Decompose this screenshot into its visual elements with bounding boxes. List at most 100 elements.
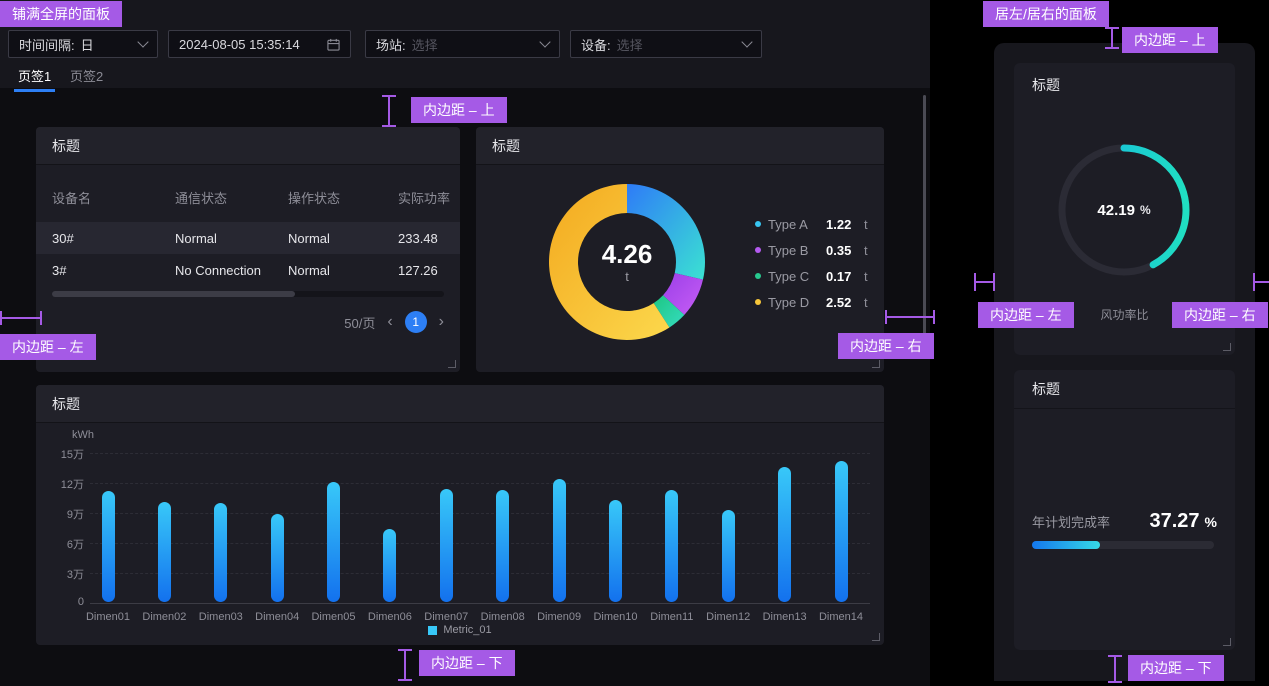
legend-item[interactable]: Type B 0.35 t bbox=[755, 237, 868, 263]
datetime-picker[interactable]: 2024-08-05 15:35:14 bbox=[168, 30, 351, 58]
x-axis-label: Dimen08 bbox=[475, 611, 531, 623]
legend-swatch bbox=[428, 626, 437, 635]
legend-label: Type D bbox=[768, 295, 826, 310]
resize-handle[interactable] bbox=[448, 360, 456, 368]
cell-actual-power: 233.48 bbox=[398, 231, 460, 246]
table-horizontal-scrollbar[interactable] bbox=[52, 291, 444, 297]
legend-value: 0.35 bbox=[826, 243, 864, 258]
bar-Dimen13[interactable] bbox=[778, 467, 791, 602]
time-interval-label: 时间间隔: bbox=[19, 35, 75, 54]
x-axis-label: Dimen06 bbox=[362, 611, 418, 623]
legend-label: Type C bbox=[768, 269, 826, 284]
column-header: 实际功率 bbox=[398, 188, 460, 207]
y-axis-tick: 15万 bbox=[44, 446, 84, 462]
bar-Dimen05[interactable] bbox=[327, 482, 340, 602]
device-label: 设备: bbox=[581, 35, 611, 54]
cell-comm-status: Normal bbox=[175, 231, 288, 246]
bar-legend[interactable]: Metric_01 bbox=[36, 624, 884, 636]
bar-Dimen07[interactable] bbox=[440, 489, 453, 602]
legend-unit: t bbox=[864, 295, 868, 310]
device-select[interactable]: 设备: 选择 bbox=[570, 30, 762, 58]
x-axis-label: Dimen07 bbox=[418, 611, 474, 623]
prev-page-button[interactable]: ‹ bbox=[387, 314, 392, 330]
bar-Dimen09[interactable] bbox=[553, 479, 566, 602]
donut-chart-card: 标题 4.26 t Type A 1.22 t Type B 0.35 t bbox=[476, 127, 884, 372]
dashboard-screenshot: 时间间隔: 日 2024-08-05 15:35:14 场站: 选择 设备: 选… bbox=[0, 0, 1269, 686]
bar-Dimen14[interactable] bbox=[835, 461, 848, 602]
x-axis-label: Dimen10 bbox=[588, 611, 644, 623]
bar-Dimen04[interactable] bbox=[271, 514, 284, 602]
bar-Dimen03[interactable] bbox=[214, 503, 227, 602]
gridline bbox=[90, 603, 870, 604]
card-header: 标题 bbox=[36, 127, 460, 165]
chevron-down-icon bbox=[741, 36, 752, 47]
device-placeholder: 选择 bbox=[617, 35, 643, 54]
card-title: 标题 bbox=[1032, 75, 1060, 95]
card-header: 标题 bbox=[36, 385, 884, 423]
y-axis-unit: kWh bbox=[72, 429, 94, 441]
annotation-fullscreen-panel: 铺满全屏的面板 bbox=[0, 1, 122, 27]
kpi-label: 年计划完成率 bbox=[1032, 512, 1110, 531]
card-title: 标题 bbox=[492, 136, 520, 156]
x-axis-label: Dimen13 bbox=[757, 611, 813, 623]
cell-op-status: Normal bbox=[288, 231, 398, 246]
calendar-icon bbox=[327, 38, 340, 51]
legend-item[interactable]: Type C 0.17 t bbox=[755, 263, 868, 289]
time-interval-value: 日 bbox=[81, 35, 94, 54]
kpi-unit: % bbox=[1205, 514, 1217, 530]
station-select[interactable]: 场站: 选择 bbox=[365, 30, 560, 58]
padding-bottom-marker bbox=[398, 649, 412, 681]
bar-Dimen02[interactable] bbox=[158, 502, 171, 602]
tab-1[interactable]: 页签1 bbox=[18, 66, 51, 85]
bar-Dimen11[interactable] bbox=[665, 490, 678, 602]
resize-handle[interactable] bbox=[1223, 343, 1231, 351]
bar-chart: 15万12万9万6万3万0Dimen01Dimen02Dimen03Dimen0… bbox=[90, 453, 870, 603]
annotation-side-panel: 居左/居右的面板 bbox=[983, 1, 1109, 27]
donut-slice-Type A[interactable] bbox=[627, 184, 705, 280]
side-padding-bottom-marker bbox=[1108, 655, 1122, 683]
kpi-card: 标题 年计划完成率 37.27% bbox=[1014, 370, 1235, 650]
x-axis-label: Dimen05 bbox=[306, 611, 362, 623]
bar-Dimen10[interactable] bbox=[609, 500, 622, 602]
cell-op-status: Normal bbox=[288, 263, 398, 278]
bar-Dimen12[interactable] bbox=[722, 510, 735, 602]
resize-handle[interactable] bbox=[872, 360, 880, 368]
legend-label: Type B bbox=[768, 243, 826, 258]
annotation-side-padding-right: 内边距 – 右 bbox=[1172, 302, 1268, 328]
side-padding-right-marker bbox=[1253, 273, 1269, 291]
legend-item[interactable]: Type A 1.22 t bbox=[755, 211, 868, 237]
legend-dot bbox=[755, 221, 761, 227]
tab-2[interactable]: 页签2 bbox=[70, 66, 103, 85]
next-page-button[interactable]: › bbox=[439, 314, 444, 330]
cell-comm-status: No Connection bbox=[175, 263, 288, 278]
legend-unit: t bbox=[864, 217, 868, 232]
gridline bbox=[90, 543, 870, 544]
kpi-value: 37.27 bbox=[1149, 510, 1199, 532]
cell-device-name: 3# bbox=[52, 263, 175, 278]
donut-chart bbox=[547, 182, 707, 342]
annotation-side-padding-bottom: 内边距 – 下 bbox=[1128, 655, 1224, 681]
resize-handle[interactable] bbox=[1223, 638, 1231, 646]
x-axis-label: Dimen12 bbox=[700, 611, 756, 623]
card-title: 标题 bbox=[52, 136, 80, 156]
bar-Dimen06[interactable] bbox=[383, 529, 396, 602]
scrollbar-thumb[interactable] bbox=[52, 291, 295, 297]
kpi-value-group: 37.27% bbox=[1149, 510, 1217, 533]
bar-Dimen01[interactable] bbox=[102, 491, 115, 602]
side-padding-top-marker bbox=[1105, 27, 1119, 49]
resize-handle[interactable] bbox=[872, 633, 880, 641]
table-row[interactable]: 30# Normal Normal 233.48 bbox=[36, 222, 460, 254]
time-interval-select[interactable]: 时间间隔: 日 bbox=[8, 30, 158, 58]
bar-Dimen08[interactable] bbox=[496, 490, 509, 602]
card-title: 标题 bbox=[52, 394, 80, 414]
page-number-button[interactable]: 1 bbox=[405, 311, 427, 333]
bar-chart-card: 标题 kWh 15万12万9万6万3万0Dimen01Dimen02Dimen0… bbox=[36, 385, 884, 645]
legend-dot bbox=[755, 273, 761, 279]
table-row[interactable]: 3# No Connection Normal 127.26 bbox=[36, 254, 460, 286]
legend-item[interactable]: Type D 2.52 t bbox=[755, 289, 868, 315]
progress-fill bbox=[1032, 541, 1100, 549]
card-header: 标题 bbox=[1014, 370, 1235, 409]
pagination: 50/页 ‹ 1 › bbox=[344, 311, 444, 333]
annotation-side-padding-left: 内边距 – 左 bbox=[978, 302, 1074, 328]
chevron-down-icon bbox=[137, 36, 148, 47]
